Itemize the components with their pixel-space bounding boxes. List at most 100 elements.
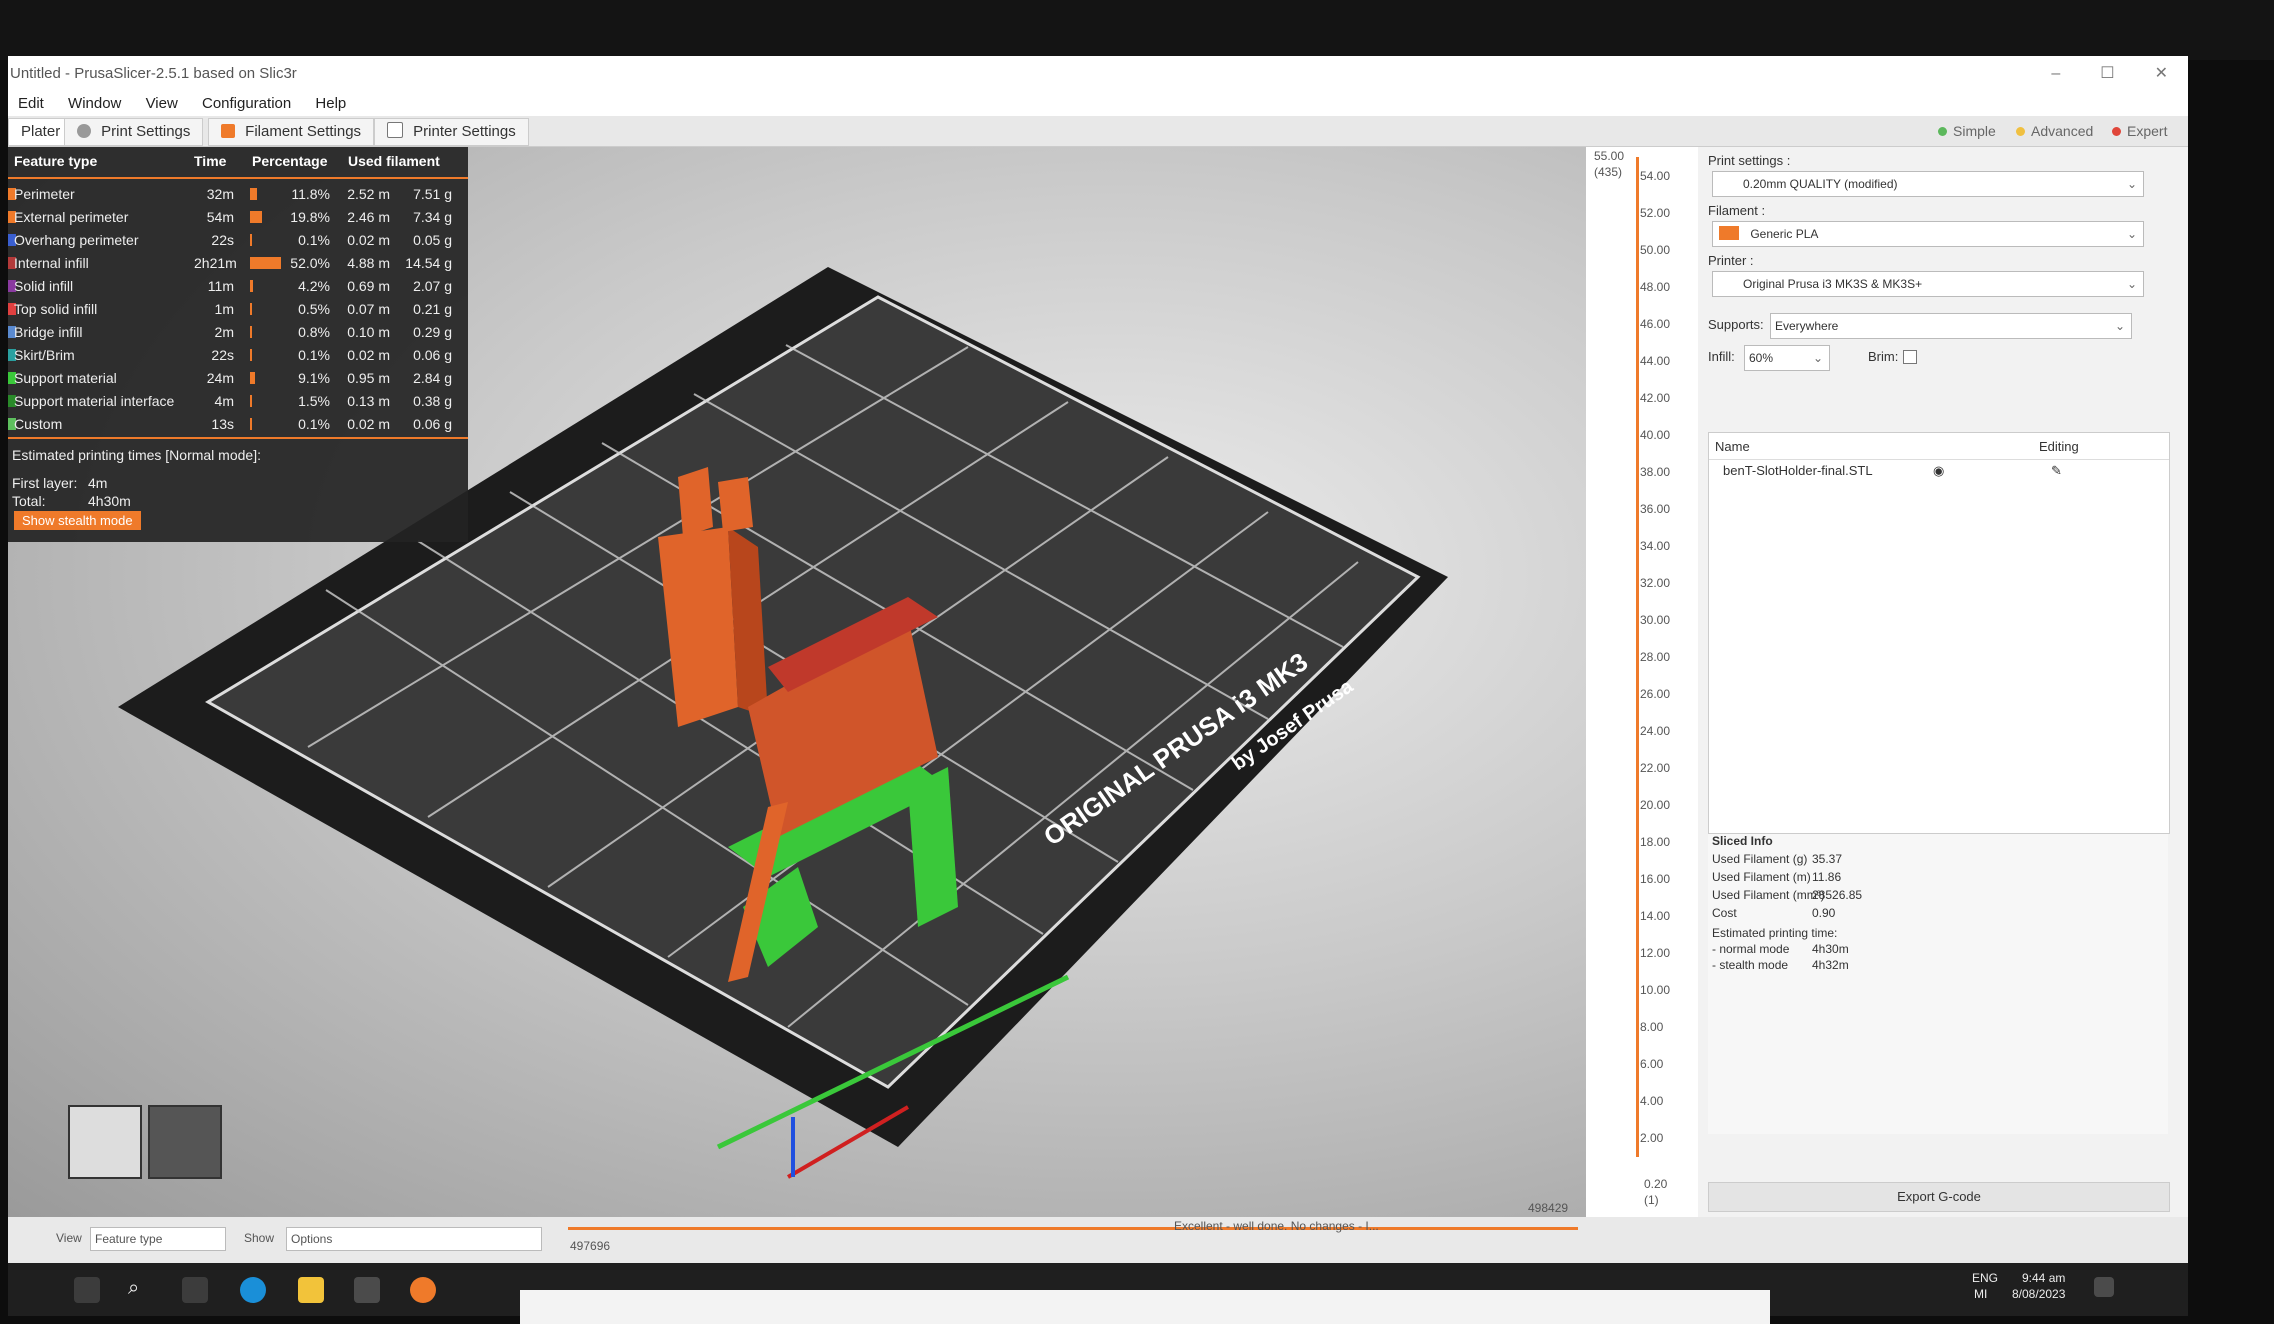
col-header-used-filament: Used filament bbox=[348, 153, 440, 169]
title-bar: Untitled - PrusaSlicer-2.5.1 based on Sl… bbox=[8, 56, 2188, 92]
col-header-time: Time bbox=[194, 153, 227, 169]
start-icon[interactable] bbox=[74, 1277, 100, 1303]
feature-weight: 7.34 g bbox=[413, 209, 452, 225]
feature-length: 0.95 m bbox=[347, 370, 390, 386]
feature-percentage: 0.1% bbox=[298, 232, 330, 248]
view-top-icon[interactable] bbox=[148, 1105, 222, 1179]
feature-time: 2m bbox=[214, 324, 234, 340]
tab-filament-settings-label: Filament Settings bbox=[245, 123, 362, 140]
stats-row: Internal infill 2h21m 52.0% 4.88 m 14.54 g bbox=[8, 252, 468, 274]
infill-combo[interactable]: 60% ⌄ bbox=[1744, 345, 1830, 371]
list-header-editing: Editing bbox=[2039, 439, 2079, 454]
simple-dot-icon bbox=[1938, 127, 1947, 136]
clock-date[interactable]: 8/08/2023 bbox=[2012, 1287, 2065, 1301]
prusaslicer-taskbar-icon[interactable] bbox=[410, 1277, 436, 1303]
brim-checkbox[interactable] bbox=[1903, 350, 1917, 364]
feature-percentage: 11.8% bbox=[291, 186, 330, 202]
export-gcode-button[interactable]: Export G-code bbox=[1708, 1182, 2170, 1212]
slider-tick-label: 30.00 bbox=[1640, 613, 1671, 627]
footer-divider bbox=[8, 437, 468, 439]
feature-name: Support material bbox=[14, 370, 117, 386]
status-text: Excellent - well done. No changes - I... bbox=[1174, 1219, 1379, 1233]
tab-print-settings[interactable]: Print Settings bbox=[64, 118, 204, 146]
stats-row: Skirt/Brim 22s 0.1% 0.02 m 0.06 g bbox=[8, 344, 468, 366]
supports-label: Supports: bbox=[1708, 317, 1764, 332]
tab-bar: Plater Print Settings Filament Settings … bbox=[8, 116, 2188, 147]
list-item[interactable]: benT-SlotHolder-final.STL ◉ ✎ bbox=[1709, 463, 2169, 483]
slider-tick-label: 48.00 bbox=[1640, 280, 1671, 294]
view-select[interactable]: Feature type bbox=[90, 1227, 226, 1251]
feature-length: 0.02 m bbox=[347, 347, 390, 363]
feature-weight: 7.51 g bbox=[413, 186, 452, 202]
menu-view[interactable]: View bbox=[146, 95, 178, 112]
feature-percentage: 0.1% bbox=[298, 416, 330, 432]
layer-slider[interactable]: 55.00 (435) 54.00 52.00 50.00 48.00 46.00 44.… bbox=[1586, 147, 1698, 1217]
mode-simple[interactable]: Simple bbox=[1938, 120, 1996, 142]
search-icon[interactable]: ⌕ bbox=[128, 1277, 154, 1303]
mode-advanced[interactable]: Advanced bbox=[2016, 120, 2093, 142]
edge-browser-icon[interactable] bbox=[240, 1277, 266, 1303]
stealth-mode-label: - stealth mode bbox=[1712, 958, 1789, 972]
tab-printer-settings[interactable]: Printer Settings bbox=[374, 118, 529, 146]
edit-icon[interactable]: ✎ bbox=[2051, 463, 2062, 479]
window-title: Untitled - PrusaSlicer-2.5.1 based on Sl… bbox=[10, 65, 297, 82]
menu-help[interactable]: Help bbox=[315, 95, 346, 112]
menu-window[interactable]: Window bbox=[68, 95, 121, 112]
slider-bottom-value: 0.20 bbox=[1644, 1177, 1668, 1191]
feature-weight: 2.07 g bbox=[413, 278, 452, 294]
mode-expert[interactable]: Expert bbox=[2112, 120, 2167, 142]
slider-tick-label: 46.00 bbox=[1640, 317, 1671, 331]
tab-plater-label: Plater bbox=[21, 123, 61, 140]
feature-name: Perimeter bbox=[14, 186, 75, 202]
info-value: 11.86 bbox=[1812, 870, 1842, 884]
slider-top-value: 55.00 bbox=[1594, 149, 1625, 163]
slider-tick-label: 8.00 bbox=[1640, 1020, 1664, 1034]
menu-edit[interactable]: Edit bbox=[18, 95, 44, 112]
slider-track[interactable] bbox=[1636, 157, 1639, 1157]
maximize-button[interactable]: ☐ bbox=[2100, 56, 2114, 92]
show-select[interactable]: Options bbox=[286, 1227, 542, 1251]
feature-percentage: 19.8% bbox=[290, 209, 330, 225]
3d-viewport[interactable]: ORIGINAL PRUSA i3 MK3 by Josef Prusa Fea… bbox=[8, 147, 1586, 1217]
feature-percentage-bar bbox=[250, 395, 252, 407]
stats-row: Support material 24m 9.1% 0.95 m 2.84 g bbox=[8, 367, 468, 389]
infill-value: 60% bbox=[1749, 351, 1774, 365]
header-divider bbox=[8, 177, 468, 179]
monitor-bezel bbox=[0, 0, 2274, 60]
info-row: Used Filament (m) 11.86 bbox=[1708, 870, 2168, 888]
close-button[interactable]: ✕ bbox=[2155, 56, 2168, 92]
view-iso-icon[interactable] bbox=[68, 1105, 142, 1179]
feature-time: 32m bbox=[206, 186, 234, 202]
stats-row: Support material interface 4m 1.5% 0.13 m 0.… bbox=[8, 390, 468, 412]
stats-row: External perimeter 54m 19.8% 2.46 m 7.34 g bbox=[8, 206, 468, 228]
file-explorer-icon[interactable] bbox=[298, 1277, 324, 1303]
store-icon[interactable] bbox=[354, 1277, 380, 1303]
printer-combo[interactable]: Original Prusa i3 MK3S & MK3S+ ⌄ bbox=[1712, 271, 2144, 297]
feature-weight: 0.06 g bbox=[413, 347, 452, 363]
slider-tick-label: 28.00 bbox=[1640, 650, 1671, 664]
horizontal-slider[interactable] bbox=[568, 1227, 1578, 1230]
normal-mode-value: 4h30m bbox=[1812, 942, 1849, 956]
language-indicator[interactable]: ENG bbox=[1972, 1271, 1998, 1285]
menu-configuration[interactable]: Configuration bbox=[202, 95, 291, 112]
clock-time[interactable]: 9:44 am bbox=[2022, 1271, 2065, 1285]
mode-expert-label: Expert bbox=[2127, 123, 2168, 139]
feature-percentage-bar bbox=[250, 326, 252, 338]
tab-filament-settings[interactable]: Filament Settings bbox=[208, 118, 375, 146]
show-stealth-mode-button[interactable]: Show stealth mode bbox=[14, 511, 141, 530]
eye-icon[interactable]: ◉ bbox=[1933, 463, 1944, 479]
col-header-type: Feature type bbox=[14, 153, 98, 169]
filament-combo[interactable]: Generic PLA ⌄ bbox=[1712, 221, 2144, 247]
print-settings-combo[interactable]: 0.20mm QUALITY (modified) ⌄ bbox=[1712, 171, 2144, 197]
supports-combo[interactable]: Everywhere ⌄ bbox=[1770, 313, 2132, 339]
notification-icon[interactable] bbox=[2094, 1277, 2114, 1297]
bottom-toolbar: View Feature type Show Options 497696 49… bbox=[8, 1201, 2188, 1263]
slider-tick-label: 36.00 bbox=[1640, 502, 1671, 516]
slider-tick-label: 6.00 bbox=[1640, 1057, 1664, 1071]
feature-time: 54m bbox=[206, 209, 234, 225]
sliced-info-panel: Sliced Info Used Filament (g) 35.37 Used … bbox=[1708, 834, 2168, 1134]
task-view-icon[interactable] bbox=[182, 1277, 208, 1303]
slider-right-value: 498429 bbox=[1528, 1201, 1569, 1215]
show-label: Show bbox=[244, 1231, 275, 1245]
minimize-button[interactable]: – bbox=[2051, 56, 2060, 92]
